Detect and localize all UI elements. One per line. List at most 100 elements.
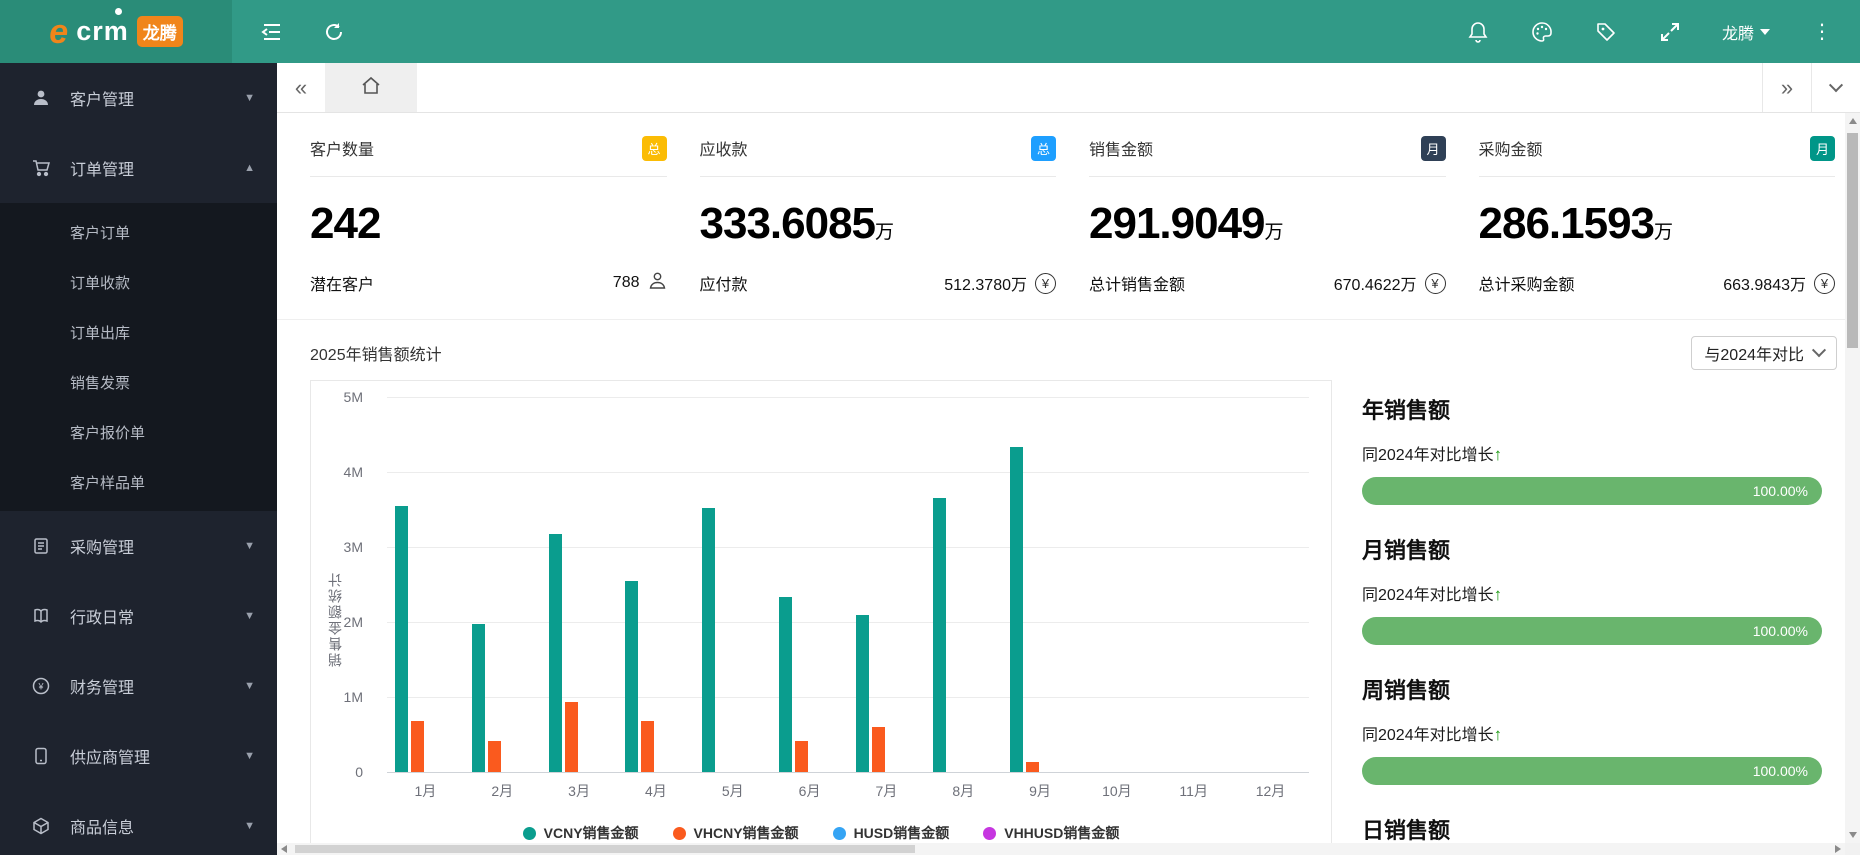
x-tick-label: 3月 bbox=[541, 781, 618, 801]
sidebar-item-label: 采购管理 bbox=[70, 534, 134, 558]
x-tick-label: 10月 bbox=[1078, 781, 1155, 801]
bar-group-9月 bbox=[1002, 397, 1079, 772]
chevron-down-icon bbox=[1760, 29, 1770, 35]
chart-legend: VCNY销售金额 VHCNY销售金额 HUSD销售金额 VHHUSD销售金额 bbox=[311, 823, 1331, 843]
sidebar-item-label: 商品信息 bbox=[70, 814, 134, 838]
legend-item-VHHUSD销售金额[interactable]: VHHUSD销售金额 bbox=[983, 823, 1119, 843]
scroll-right-icon[interactable] bbox=[1831, 843, 1845, 855]
sidebar-item-finance-mgmt[interactable]: ¥ 财务管理 ▼ bbox=[0, 651, 277, 721]
legend-item-VHCNY销售金额[interactable]: VHCNY销售金额 bbox=[673, 823, 799, 843]
sidebar-subitem-customer-orders[interactable]: 客户订单 bbox=[0, 207, 277, 257]
user-name: 龙腾 bbox=[1722, 20, 1754, 44]
vertical-scroll-thumb[interactable] bbox=[1847, 133, 1858, 348]
growth-section-month: 月销售额 同2024年对比增长↑ 100.00% bbox=[1362, 533, 1822, 645]
notification-bell-icon[interactable] bbox=[1466, 20, 1490, 44]
caret-down-icon: ▼ bbox=[244, 540, 255, 552]
bar-group-10月 bbox=[1078, 397, 1155, 772]
legend-item-VCNY销售金额[interactable]: VCNY销售金额 bbox=[523, 823, 639, 843]
progress-bar: 100.00% bbox=[1362, 477, 1822, 505]
x-tick-label: 8月 bbox=[925, 781, 1002, 801]
legend-dot bbox=[523, 827, 536, 840]
bar-group-8月 bbox=[925, 397, 1002, 772]
theme-palette-icon[interactable] bbox=[1530, 20, 1554, 44]
more-options-icon[interactable]: ⋮ bbox=[1810, 20, 1834, 44]
x-tick-label: 2月 bbox=[464, 781, 541, 801]
legend-item-HUSD销售金额[interactable]: HUSD销售金额 bbox=[833, 823, 950, 843]
bar-VCNY销售金额-6月 bbox=[779, 597, 792, 772]
bar-group-11月 bbox=[1155, 397, 1232, 772]
yen-circle-icon: ¥ bbox=[1814, 273, 1835, 294]
sidebar-item-order-mgmt[interactable]: 订单管理 ▲ bbox=[0, 133, 277, 203]
stat-card-purchases: 采购金额 月 286.1593万 总计采购金额 663.9843万 ¥ bbox=[1479, 133, 1836, 295]
sidebar-subitem-sales-invoice[interactable]: 销售发票 bbox=[0, 357, 277, 407]
scope-badge: 总 bbox=[1031, 136, 1056, 161]
growth-section-year: 年销售额 同2024年对比增长↑ 100.00% bbox=[1362, 393, 1822, 505]
vertical-scrollbar[interactable] bbox=[1845, 113, 1860, 843]
section-subtitle: 同2024年对比增长↑ bbox=[1362, 581, 1822, 605]
sidebar-item-admin-daily[interactable]: 行政日常 ▼ bbox=[0, 581, 277, 651]
sales-growth-panel: 年销售额 同2024年对比增长↑ 100.00% 月销售额 同2024年对比增长… bbox=[1362, 365, 1822, 843]
sidebar-subitem-customer-sample[interactable]: 客户样品单 bbox=[0, 457, 277, 507]
scroll-left-icon[interactable] bbox=[277, 843, 291, 855]
tabs-scroll-left-icon[interactable]: « bbox=[277, 63, 325, 112]
bar-VHCNY销售金额-1月 bbox=[411, 721, 424, 772]
scroll-up-icon[interactable] bbox=[1845, 113, 1860, 129]
sidebar-item-label: 财务管理 bbox=[70, 674, 134, 698]
x-tick-label: 9月 bbox=[1002, 781, 1079, 801]
sidebar-item-customer-mgmt[interactable]: 客户管理 ▼ bbox=[0, 63, 277, 133]
bar-VHCNY销售金额-9月 bbox=[1026, 762, 1039, 773]
horizontal-scroll-thumb[interactable] bbox=[295, 845, 915, 853]
bar-VCNY销售金额-4月 bbox=[625, 581, 638, 772]
bar-VCNY销售金额-7月 bbox=[856, 615, 869, 773]
horizontal-scrollbar[interactable] bbox=[277, 843, 1845, 855]
card-title: 应收款 bbox=[700, 136, 748, 160]
y-tick-label: 1M bbox=[344, 689, 363, 705]
sidebar-item-label: 行政日常 bbox=[70, 604, 134, 628]
sidebar-item-product-info[interactable]: 商品信息 ▼ bbox=[0, 791, 277, 861]
sidebar-subitem-customer-quotation[interactable]: 客户报价单 bbox=[0, 407, 277, 457]
section-subtitle: 同2024年对比增长↑ bbox=[1362, 721, 1822, 745]
user-menu[interactable]: 龙腾 bbox=[1722, 20, 1770, 44]
book-icon bbox=[30, 607, 52, 625]
person-outline-icon bbox=[648, 271, 667, 295]
progress-bar: 100.00% bbox=[1362, 757, 1822, 785]
up-arrow-icon: ↑ bbox=[1494, 585, 1503, 604]
tag-icon[interactable] bbox=[1594, 20, 1618, 44]
logo-text: crm bbox=[76, 16, 129, 47]
sales-bar-chart: 销售金额统计 01M2M3M4M5M 1月2月3月4月5月6月7月8月9月10月… bbox=[310, 380, 1332, 843]
home-icon bbox=[361, 76, 381, 100]
sidebar-subitem-order-receipts[interactable]: 订单收款 bbox=[0, 257, 277, 307]
bar-group-6月 bbox=[771, 397, 848, 772]
card-sub-value: 512.3780万 bbox=[944, 271, 1027, 295]
card-value: 242 bbox=[310, 199, 667, 249]
stat-card-receivables: 应收款 总 333.6085万 应付款 512.3780万 ¥ bbox=[700, 133, 1057, 295]
sidebar-item-label: 供应商管理 bbox=[70, 744, 150, 768]
sidebar-item-supplier-mgmt[interactable]: 供应商管理 ▼ bbox=[0, 721, 277, 791]
menu-fold-icon[interactable] bbox=[260, 20, 284, 44]
scroll-down-icon[interactable] bbox=[1845, 827, 1860, 843]
legend-dot bbox=[983, 827, 996, 840]
yen-circle-icon: ¥ bbox=[30, 677, 52, 695]
section-title: 年销售额 bbox=[1362, 393, 1822, 425]
yen-circle-icon: ¥ bbox=[1425, 273, 1446, 294]
sidebar-subitem-order-outbound[interactable]: 订单出库 bbox=[0, 307, 277, 357]
bar-VCNY销售金额-3月 bbox=[549, 534, 562, 772]
logo-badge: 龙腾 bbox=[137, 16, 183, 47]
refresh-icon[interactable] bbox=[322, 20, 346, 44]
clipboard-icon bbox=[30, 537, 52, 555]
tabs-menu-icon[interactable] bbox=[1812, 63, 1860, 112]
tablet-icon bbox=[30, 747, 52, 765]
fullscreen-icon[interactable] bbox=[1658, 20, 1682, 44]
tabs-scroll-right-icon[interactable]: » bbox=[1763, 63, 1811, 112]
sidebar-item-purchase-mgmt[interactable]: 采购管理 ▼ bbox=[0, 511, 277, 581]
main-content: 客户数量 总 242 潜在客户 788 应收款 总 333 bbox=[277, 113, 1845, 843]
bar-group-4月 bbox=[617, 397, 694, 772]
card-value: 291.9049万 bbox=[1089, 199, 1446, 249]
card-sub-value: 788 bbox=[613, 274, 640, 292]
section-title: 月销售额 bbox=[1362, 533, 1822, 565]
svg-text:¥: ¥ bbox=[37, 682, 44, 692]
bar-VHCNY销售金额-3月 bbox=[565, 702, 578, 772]
bar-VCNY销售金额-8月 bbox=[933, 498, 946, 772]
card-title: 客户数量 bbox=[310, 136, 374, 160]
tab-home[interactable] bbox=[325, 63, 417, 112]
